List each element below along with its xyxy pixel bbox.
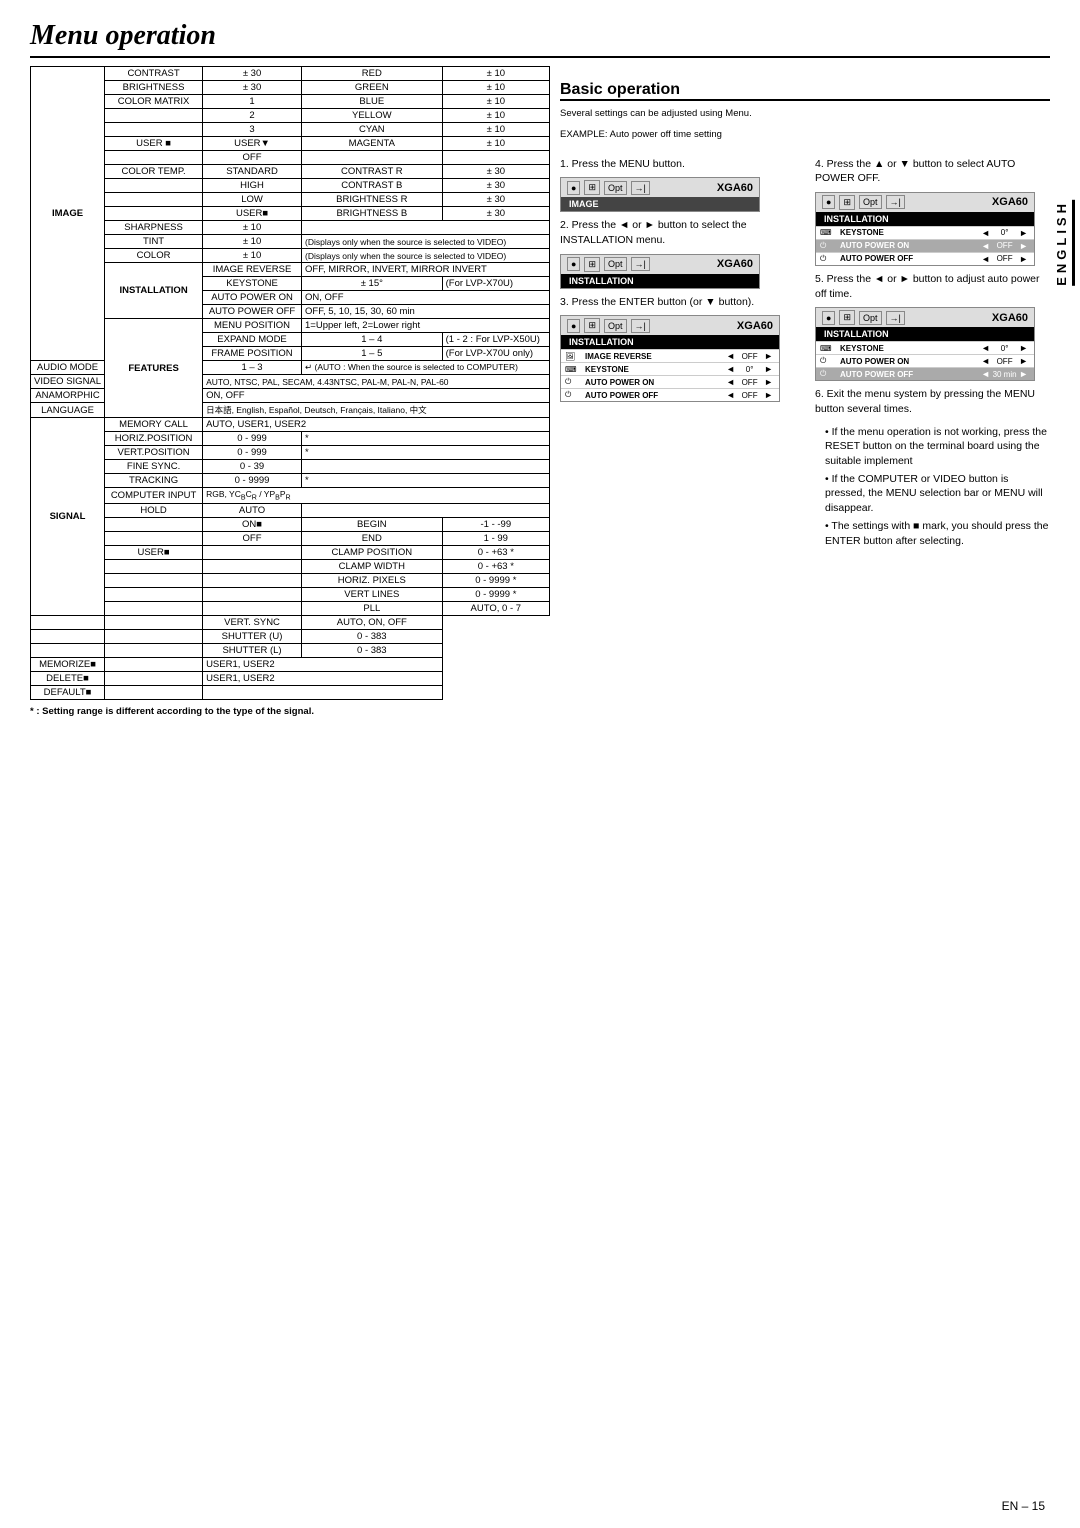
table-row: DEFAULT■: [31, 685, 550, 699]
left-col: 1. Press the MENU button. ● ⊞ Opt →|: [560, 152, 795, 552]
xga-row-auto-power-on: ⏻ AUTO POWER ON ◄ OFF ►: [561, 375, 779, 388]
basic-operation-title: Basic operation: [560, 81, 1050, 101]
table-row: FEATURES MENU POSITION 1=Upper left, 2=L…: [31, 319, 550, 333]
table-row: 2 YELLOW ± 10: [31, 109, 550, 123]
xga-tab-1: IMAGE: [561, 197, 759, 211]
category-image: IMAGE: [31, 67, 105, 361]
xga-label-2: XGA60: [717, 258, 753, 270]
table-row: INSTALLATION IMAGE REVERSE OFF, MIRROR, …: [31, 263, 550, 277]
xga-tab-2: INSTALLATION: [561, 274, 759, 288]
two-col-layout: 1. Press the MENU button. ● ⊞ Opt →|: [560, 152, 1050, 552]
xga-row-keystone-4: ⌨ KEYSTONE ◄ 0° ►: [816, 226, 1034, 239]
step-1: 1. Press the MENU button. ● ⊞ Opt →|: [560, 157, 795, 213]
table-row: FINE SYNC. 0 - 39: [31, 460, 550, 474]
xga-box-4: ● ⊞ Opt →| XGA60 INSTALLATION ⌨ KEYST: [815, 192, 1035, 266]
table-row: VERT. SYNC AUTO, ON, OFF: [31, 615, 550, 629]
table-row: MEMORIZE■ USER1, USER2: [31, 657, 550, 671]
table-row: 3 CYAN ± 10: [31, 123, 550, 137]
step-5: 5. Press the ◄ or ► button to adjust aut…: [815, 272, 1050, 381]
main-layout: IMAGE CONTRAST ± 30 RED ± 10 BRIGHTNESS …: [30, 66, 1050, 717]
category-signal: SIGNAL: [31, 418, 105, 616]
table-row: TINT ± 10 (Displays only when the source…: [31, 235, 550, 249]
bullet-3: • The settings with ■ mark, you should p…: [825, 519, 1050, 548]
xga-header-1: ● ⊞ Opt →| XGA60: [561, 178, 759, 197]
category-features: FEATURES: [105, 319, 203, 418]
intro-text: Several settings can be adjusted using M…: [560, 107, 1050, 120]
table-row: COMPUTER INPUT RGB, YCBCR / YPBPR: [31, 488, 550, 504]
page-title: Menu operation: [30, 20, 1050, 58]
xga-box-3: ● ⊞ Opt →| XGA60 INSTALLATION 🖼 IMAG: [560, 315, 780, 402]
xga-row-img-rev: 🖼 IMAGE REVERSE ◄ OFF ►: [561, 349, 779, 362]
table-row: USER■ BRIGHTNESS B ± 30: [31, 207, 550, 221]
right-section: Basic operation Several settings can be …: [560, 66, 1050, 717]
table-row: OFF END 1 - 99: [31, 531, 550, 545]
xga-header-2: ● ⊞ Opt →| XGA60: [561, 255, 759, 274]
table-row: HORIZ. PIXELS 0 - 9999 *: [31, 573, 550, 587]
table-row: SIGNAL MEMORY CALL AUTO, USER1, USER2: [31, 418, 550, 432]
table-row: USER ■ USER▼ MAGENTA ± 10: [31, 137, 550, 151]
table-row: ON■ BEGIN -1 - -99: [31, 517, 550, 531]
table-row: COLOR ± 10 (Displays only when the sourc…: [31, 249, 550, 263]
category-installation: INSTALLATION: [105, 263, 203, 319]
xga-row-auto-power-on-4: ⏻ AUTO POWER ON ◄ OFF ►: [816, 239, 1034, 252]
bullet-1: • If the menu operation is not working, …: [825, 425, 1050, 469]
right-col: 4. Press the ▲ or ▼ button to select AUT…: [815, 152, 1050, 552]
table-row: LOW BRIGHTNESS R ± 30: [31, 193, 550, 207]
xga-box-5: ● ⊞ Opt →| XGA60 INSTALLATION ⌨ KEYST: [815, 307, 1035, 381]
xga-row-keystone: ⌨ KEYSTONE ◄ 0° ►: [561, 362, 779, 375]
xga-row-auto-power-off: ⏻ AUTO POWER OFF ◄ OFF ►: [561, 388, 779, 401]
table-row: HOLD AUTO: [31, 503, 550, 517]
table-row: COLOR MATRIX 1 BLUE ± 10: [31, 95, 550, 109]
menu-diagram: IMAGE CONTRAST ± 30 RED ± 10 BRIGHTNESS …: [30, 66, 550, 717]
table-row: SHUTTER (L) 0 - 383: [31, 643, 550, 657]
table-row: COLOR TEMP. STANDARD CONTRAST R ± 30: [31, 165, 550, 179]
table-row: HIGH CONTRAST B ± 30: [31, 179, 550, 193]
xga-row-auto-power-off-4: ⏻ AUTO POWER OFF ◄ OFF ►: [816, 252, 1034, 265]
xga-label-5: XGA60: [992, 312, 1028, 324]
xga-row-auto-power-on-5: ⏻ AUTO POWER ON ◄ OFF ►: [816, 354, 1034, 367]
menu-tree-table: IMAGE CONTRAST ± 30 RED ± 10 BRIGHTNESS …: [30, 66, 550, 700]
xga-header-5: ● ⊞ Opt →| XGA60: [816, 308, 1034, 327]
table-row: PLL AUTO, 0 - 7: [31, 601, 550, 615]
xga-header-3: ● ⊞ Opt →| XGA60: [561, 316, 779, 335]
table-row: BRIGHTNESS ± 30 GREEN ± 10: [31, 81, 550, 95]
table-row: USER■ CLAMP POSITION 0 - +63 *: [31, 545, 550, 559]
table-row: VERT LINES 0 - 9999 *: [31, 587, 550, 601]
table-row: DELETE■ USER1, USER2: [31, 671, 550, 685]
table-row: SHARPNESS ± 10: [31, 221, 550, 235]
xga-tab-5: INSTALLATION: [816, 327, 1034, 341]
xga-box-1: ● ⊞ Opt →| XGA60 IMAGE: [560, 177, 760, 212]
step-3: 3. Press the ENTER button (or ▼ button).…: [560, 295, 795, 403]
basic-operation: Basic operation Several settings can be …: [560, 81, 1050, 551]
xga-row-keystone-5: ⌨ KEYSTONE ◄ 0° ►: [816, 341, 1034, 354]
xga-tab-3: INSTALLATION: [561, 335, 779, 349]
table-row: OFF: [31, 151, 550, 165]
step-6: 6. Exit the menu system by pressing the …: [815, 387, 1050, 416]
step-4: 4. Press the ▲ or ▼ button to select AUT…: [815, 157, 1050, 266]
table-row: CLAMP WIDTH 0 - +63 *: [31, 559, 550, 573]
xga-label-3: XGA60: [737, 320, 773, 332]
table-row: TRACKING 0 - 9999 *: [31, 474, 550, 488]
xga-tab-4: INSTALLATION: [816, 212, 1034, 226]
signal-note: * : Setting range is different according…: [30, 706, 550, 717]
table-row: VERT.POSITION 0 - 999 *: [31, 446, 550, 460]
xga-row-auto-power-off-5: ⏻ AUTO POWER OFF ◄ 30 min ►: [816, 367, 1034, 380]
xga-label-4: XGA60: [992, 196, 1028, 208]
xga-header-4: ● ⊞ Opt →| XGA60: [816, 193, 1034, 212]
step-2: 2. Press the ◄ or ► button to select the…: [560, 218, 795, 288]
xga-label-1: XGA60: [717, 182, 753, 194]
table-row: IMAGE CONTRAST ± 30 RED ± 10: [31, 67, 550, 81]
bullet-points: • If the menu operation is not working, …: [815, 425, 1050, 549]
example-label: EXAMPLE: Auto power off time setting: [560, 128, 1050, 141]
table-row: SHUTTER (U) 0 - 383: [31, 629, 550, 643]
xga-box-2: ● ⊞ Opt →| XGA60 INSTALLATION: [560, 254, 760, 289]
page-number: EN – 15: [1002, 1499, 1045, 1513]
bullet-2: • If the COMPUTER or VIDEO button is pre…: [825, 472, 1050, 516]
english-sidebar-label: ENGLISH: [1054, 200, 1075, 286]
table-row: HORIZ.POSITION 0 - 999 *: [31, 432, 550, 446]
